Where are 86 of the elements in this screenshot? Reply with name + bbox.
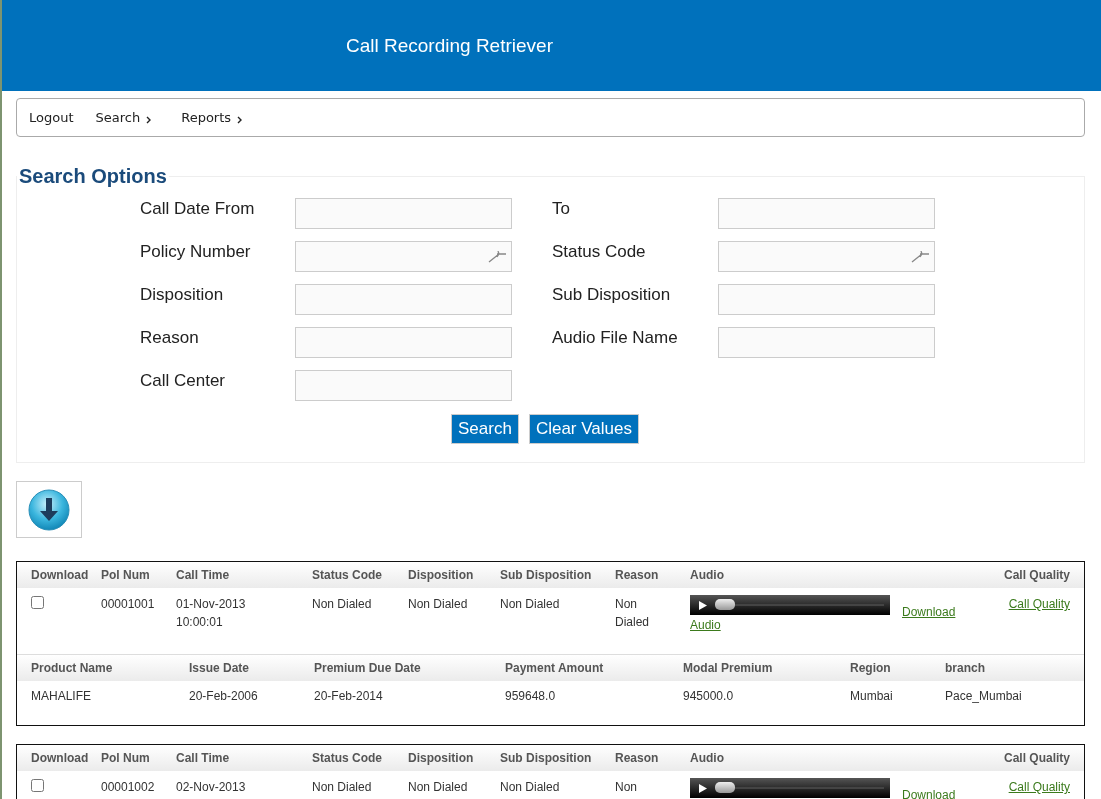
chevron-icon [146, 115, 152, 124]
column-header: Disposition [408, 751, 475, 765]
input-field[interactable] [718, 198, 935, 229]
column-header: Sub Disposition [500, 751, 593, 765]
audio-link[interactable]: Audio [690, 616, 890, 634]
table-cell-text: Non Dialed [408, 779, 469, 796]
column-header: Status Code [312, 568, 383, 582]
column-header: Modal Premium [683, 661, 774, 675]
column-header: Payment Amount [505, 661, 605, 675]
column-header: Premium Due Date [314, 661, 422, 675]
column-header: Status Code [312, 751, 383, 765]
table-cell-text: 02-Nov-2013 [176, 779, 247, 796]
column-header: Product Name [31, 661, 114, 675]
input-field[interactable] [295, 284, 512, 315]
table-cell-text: 959648.0 [505, 688, 557, 705]
input-field[interactable] [718, 284, 935, 315]
action-button[interactable]: Clear Values [528, 414, 639, 444]
app-title: Call Recording Retriever [346, 34, 553, 57]
input-field[interactable] [295, 327, 512, 358]
seek-slider-thumb[interactable] [715, 599, 735, 610]
lookup-icon [488, 250, 508, 263]
column-header: Call Quality [1003, 751, 1070, 765]
column-header: Call Time [176, 751, 231, 765]
field-label: Status Code [552, 241, 647, 263]
nav-link[interactable]: Logout [29, 110, 74, 125]
table-cell-text: 00001001 [101, 596, 156, 613]
table-cell-text: Non Dialed [500, 596, 561, 613]
column-header: Reason [615, 568, 660, 582]
field-label: To [552, 198, 571, 220]
input-field[interactable] [295, 241, 512, 272]
field-label: Policy Number [140, 241, 252, 263]
call-quality-link[interactable]: Call Quality [1008, 778, 1070, 796]
input-field[interactable] [718, 327, 935, 358]
column-header: Download [31, 751, 90, 765]
table-cell-text: 945000.0 [683, 688, 735, 705]
action-button[interactable]: Search [451, 414, 519, 444]
column-header: Call Quality [1003, 568, 1070, 582]
input-field[interactable] [295, 198, 512, 229]
table-cell-text: 20-Feb-2006 [189, 688, 259, 705]
call-quality-link[interactable]: Call Quality [1008, 595, 1070, 613]
column-header: Sub Disposition [500, 568, 593, 582]
column-header: Region [850, 661, 892, 675]
row-checkbox[interactable] [31, 596, 44, 609]
table-cell-text: Mumbai [850, 688, 894, 705]
field-label: Sub Disposition [552, 284, 672, 306]
column-header: Pol Num [101, 568, 151, 582]
field-label: Disposition [140, 284, 225, 306]
play-icon[interactable] [699, 600, 707, 610]
play-icon[interactable] [699, 783, 707, 793]
column-header: Audio [690, 751, 725, 765]
column-header: Download [31, 568, 90, 582]
column-header: branch [945, 661, 986, 675]
table-cell-text: 20-Feb-2014 [314, 688, 384, 705]
field-label: Call Center [140, 370, 227, 392]
table-cell-text: 00001002 [101, 779, 156, 796]
download-button[interactable] [16, 481, 82, 538]
download-link[interactable]: Download [902, 786, 956, 799]
section-title: Search Options [18, 165, 168, 188]
column-header: Call Time [176, 568, 231, 582]
input-field[interactable] [718, 241, 935, 272]
nav-link[interactable]: Search [95, 110, 152, 125]
table-cell-text: 01-Nov-2013 10:00:01 [176, 596, 247, 631]
download-icon [28, 488, 70, 531]
input-field[interactable] [295, 370, 512, 401]
table-cell-text: Non Dialed [312, 596, 373, 613]
table-cell-text: Non Dialed [312, 779, 373, 796]
download-link[interactable]: Download [902, 603, 956, 634]
table-cell-text: Non Dialed [615, 596, 651, 631]
field-label: Audio File Name [552, 327, 679, 349]
column-header: Disposition [408, 568, 475, 582]
field-label: Call Date From [140, 198, 256, 220]
chevron-icon [237, 115, 243, 124]
column-header: Pol Num [101, 751, 151, 765]
table-cell-text: MAHALIFE [31, 688, 92, 705]
column-header: Issue Date [189, 661, 251, 675]
table-cell-text: Pace_Mumbai [945, 688, 1023, 705]
row-checkbox[interactable] [31, 779, 44, 792]
field-label: Reason [140, 327, 200, 349]
column-header: Reason [615, 751, 660, 765]
column-header: Audio [690, 568, 725, 582]
seek-slider-thumb[interactable] [715, 782, 735, 793]
nav-link[interactable]: Reports [181, 110, 243, 125]
table-cell-text: Non Dialed [500, 779, 561, 796]
lookup-icon [911, 250, 931, 263]
table-cell-text: Non [615, 779, 638, 796]
table-cell-text: Non Dialed [408, 596, 469, 613]
